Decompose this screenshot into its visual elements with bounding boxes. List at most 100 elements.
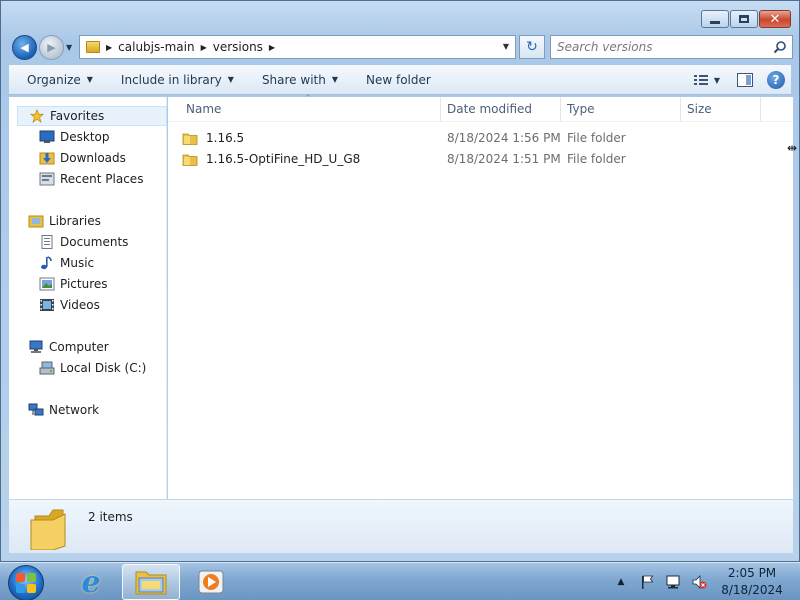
nav-videos[interactable]: Videos bbox=[39, 295, 100, 315]
minimize-icon bbox=[710, 20, 720, 24]
preview-pane-button[interactable] bbox=[731, 69, 759, 91]
folder-icon bbox=[182, 154, 198, 166]
chevron-down-icon: ▼ bbox=[86, 75, 93, 84]
nav-music-label: Music bbox=[60, 256, 95, 270]
search-input[interactable] bbox=[557, 40, 757, 54]
downloads-icon bbox=[39, 152, 55, 165]
refresh-icon: ↻ bbox=[526, 39, 538, 55]
chevron-down-icon: ▼ bbox=[713, 75, 721, 85]
column-divider[interactable] bbox=[560, 97, 561, 121]
column-divider[interactable] bbox=[760, 97, 761, 121]
column-header: ^ Name Date modified Type Size bbox=[168, 94, 793, 122]
windows-logo-icon bbox=[27, 584, 36, 593]
details-pane: 2 items bbox=[9, 499, 793, 553]
table-row[interactable]: 1.16.5 8/18/2024 1:56 PM File folder bbox=[182, 128, 762, 148]
documents-icon bbox=[41, 235, 53, 249]
pictures-icon bbox=[39, 277, 55, 291]
network-icon bbox=[28, 403, 44, 416]
help-button[interactable]: ? bbox=[767, 71, 785, 89]
caption-buttons: ✕ bbox=[701, 10, 791, 28]
breadcrumb-versions[interactable]: versions bbox=[213, 40, 263, 54]
new-folder-button[interactable]: New folder bbox=[356, 69, 441, 91]
help-icon: ? bbox=[772, 73, 780, 87]
desktop-icon bbox=[39, 130, 55, 143]
volume-muted-icon[interactable] bbox=[691, 574, 707, 590]
search-icon[interactable] bbox=[773, 40, 787, 54]
close-button[interactable]: ✕ bbox=[759, 10, 791, 28]
folder-icon bbox=[182, 133, 198, 145]
videos-icon bbox=[40, 299, 54, 311]
nav-music[interactable]: Music bbox=[39, 253, 94, 273]
column-divider[interactable] bbox=[440, 97, 441, 121]
address-bar[interactable]: ▶ calubjs-main ▶ versions ▶ ▼ bbox=[79, 35, 516, 59]
taskbar-internet-explorer[interactable]: e bbox=[62, 564, 120, 600]
command-bar: Organize ▼ Include in library ▼ Share wi… bbox=[9, 65, 791, 95]
recent-pages-dropdown[interactable]: ▼ bbox=[66, 43, 72, 52]
table-row[interactable]: 1.16.5-OptiFine_HD_U_G8 8/18/2024 1:51 P… bbox=[182, 149, 762, 169]
crumb-separator[interactable]: ▶ bbox=[106, 43, 112, 52]
forward-arrow-icon: ▶ bbox=[47, 41, 56, 54]
breadcrumb-calubjs-main[interactable]: calubjs-main bbox=[118, 40, 194, 54]
chevron-down-icon: ▼ bbox=[227, 75, 234, 84]
windows-explorer-icon bbox=[135, 571, 167, 595]
file-date-modified: 8/18/2024 1:56 PM bbox=[447, 131, 561, 145]
refresh-button[interactable]: ↻ bbox=[519, 35, 545, 59]
column-type[interactable]: Type bbox=[567, 102, 595, 116]
column-divider[interactable] bbox=[680, 97, 681, 121]
column-name[interactable]: Name bbox=[186, 102, 221, 116]
nav-documents-label: Documents bbox=[60, 235, 129, 249]
hard-drive-icon bbox=[39, 361, 55, 375]
new-folder-label: New folder bbox=[366, 72, 431, 87]
include-in-library-button[interactable]: Include in library ▼ bbox=[111, 69, 244, 91]
taskbar-windows-explorer[interactable] bbox=[122, 564, 180, 600]
forward-button[interactable]: ▶ bbox=[39, 35, 64, 60]
nav-favorites[interactable]: Favorites bbox=[17, 106, 167, 126]
minimize-button[interactable] bbox=[701, 10, 729, 28]
file-date-modified: 8/18/2024 1:51 PM bbox=[447, 152, 561, 166]
crumb-separator[interactable]: ▶ bbox=[269, 43, 275, 52]
nav-recent-places[interactable]: Recent Places bbox=[39, 169, 143, 189]
maximize-button[interactable] bbox=[730, 10, 758, 28]
nav-local-disk[interactable]: Local Disk (C:) bbox=[39, 358, 146, 378]
close-icon: ✕ bbox=[769, 11, 781, 27]
nav-local-disk-label: Local Disk (C:) bbox=[60, 361, 147, 375]
crumb-separator[interactable]: ▶ bbox=[201, 43, 207, 52]
nav-pictures[interactable]: Pictures bbox=[39, 274, 108, 294]
taskbar-media-player[interactable] bbox=[182, 564, 240, 600]
maximize-icon bbox=[739, 15, 749, 23]
share-with-label: Share with bbox=[261, 72, 326, 87]
nav-documents[interactable]: Documents bbox=[39, 232, 128, 252]
nav-libraries[interactable]: Libraries bbox=[28, 211, 101, 231]
start-button[interactable] bbox=[8, 565, 44, 600]
folder-icon bbox=[86, 41, 100, 53]
nav-videos-label: Videos bbox=[60, 298, 100, 312]
show-hidden-icons-button[interactable]: ▲ bbox=[613, 574, 629, 590]
view-controls: ▼ ? bbox=[687, 69, 785, 91]
file-type: File folder bbox=[567, 131, 626, 145]
nav-libraries-label: Libraries bbox=[49, 214, 101, 228]
search-box[interactable] bbox=[550, 35, 793, 59]
back-button[interactable]: ◀ bbox=[12, 35, 37, 60]
nav-downloads[interactable]: Downloads bbox=[39, 148, 126, 168]
organize-button[interactable]: Organize ▼ bbox=[17, 69, 103, 91]
nav-computer[interactable]: Computer bbox=[28, 337, 109, 357]
media-player-icon bbox=[198, 570, 224, 594]
music-icon bbox=[41, 256, 52, 270]
column-size[interactable]: Size bbox=[687, 102, 712, 116]
libraries-icon bbox=[28, 215, 44, 228]
nav-desktop[interactable]: Desktop bbox=[39, 127, 110, 147]
nav-network-label: Network bbox=[49, 403, 100, 417]
item-count: 2 items bbox=[88, 510, 133, 524]
column-date-modified[interactable]: Date modified bbox=[447, 102, 532, 116]
network-status-icon[interactable] bbox=[665, 574, 681, 590]
details-view-icon bbox=[693, 75, 708, 85]
navigation-pane: Favorites Desktop Downloads Recent Place… bbox=[9, 97, 167, 499]
address-dropdown[interactable]: ▼ bbox=[503, 42, 509, 51]
nav-network[interactable]: Network bbox=[28, 400, 99, 420]
system-clock[interactable]: 2:05 PM 8/18/2024 bbox=[712, 565, 792, 599]
chevron-down-icon: ▼ bbox=[331, 75, 338, 84]
change-view-button[interactable]: ▼ bbox=[687, 69, 727, 91]
action-center-flag-icon[interactable] bbox=[639, 574, 655, 590]
share-with-button[interactable]: Share with ▼ bbox=[252, 69, 348, 91]
windows-logo-icon bbox=[16, 584, 25, 593]
